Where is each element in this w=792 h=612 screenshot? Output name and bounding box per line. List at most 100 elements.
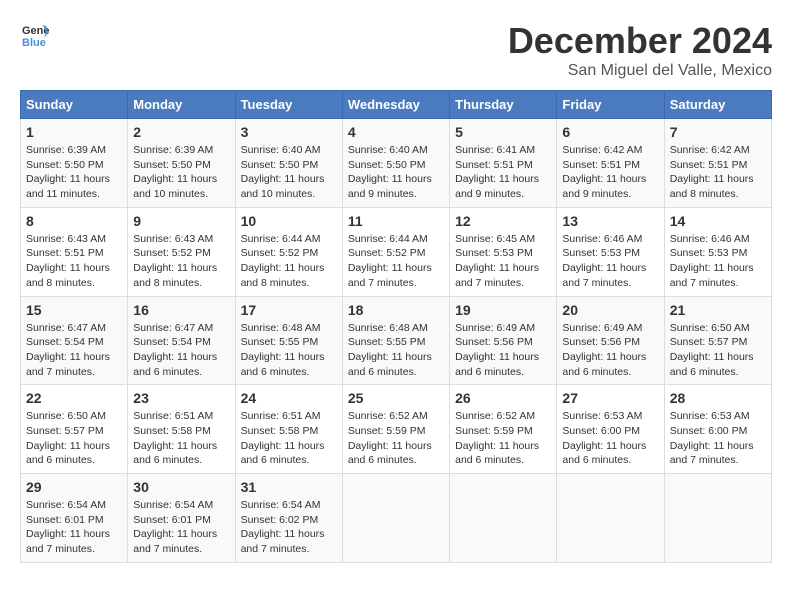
calendar-cell: 26 Sunrise: 6:52 AM Sunset: 5:59 PM Dayli… [450, 385, 557, 474]
day-info: Sunrise: 6:54 AM Sunset: 6:01 PM Dayligh… [133, 498, 229, 557]
calendar-cell: 6 Sunrise: 6:42 AM Sunset: 5:51 PM Daylig… [557, 119, 664, 208]
day-number: 6 [562, 124, 658, 140]
day-info: Sunrise: 6:42 AM Sunset: 5:51 PM Dayligh… [562, 143, 658, 202]
day-info: Sunrise: 6:52 AM Sunset: 5:59 PM Dayligh… [348, 409, 444, 468]
calendar-cell: 2 Sunrise: 6:39 AM Sunset: 5:50 PM Daylig… [128, 119, 235, 208]
day-info: Sunrise: 6:54 AM Sunset: 6:01 PM Dayligh… [26, 498, 122, 557]
calendar-cell: 9Sunrise: 6:43 AM Sunset: 5:52 PM Daylig… [128, 207, 235, 296]
month-title: December 2024 [508, 20, 772, 62]
day-info: Sunrise: 6:40 AM Sunset: 5:50 PM Dayligh… [348, 143, 444, 202]
calendar-cell: 16 Sunrise: 6:47 AM Sunset: 5:54 PM Dayli… [128, 296, 235, 385]
calendar-cell: 22 Sunrise: 6:50 AM Sunset: 5:57 PM Dayli… [21, 385, 128, 474]
calendar-cell: 19 Sunrise: 6:49 AM Sunset: 5:56 PM Dayli… [450, 296, 557, 385]
calendar-cell: 13 Sunrise: 6:46 AM Sunset: 5:53 PM Dayli… [557, 207, 664, 296]
day-number: 5 [455, 124, 551, 140]
day-number: 2 [133, 124, 229, 140]
location-title: San Miguel del Valle, Mexico [508, 62, 772, 80]
day-number: 30 [133, 479, 229, 495]
day-info: Sunrise: 6:49 AM Sunset: 5:56 PM Dayligh… [455, 321, 551, 380]
calendar-cell: 15Sunrise: 6:47 AM Sunset: 5:54 PM Dayli… [21, 296, 128, 385]
day-header: Saturday [664, 91, 771, 119]
calendar-cell: 30 Sunrise: 6:54 AM Sunset: 6:01 PM Dayli… [128, 474, 235, 563]
calendar-cell: 10Sunrise: 6:44 AM Sunset: 5:52 PM Dayli… [235, 207, 342, 296]
calendar-cell: 20 Sunrise: 6:49 AM Sunset: 5:56 PM Dayli… [557, 296, 664, 385]
day-info: Sunrise: 6:51 AM Sunset: 5:58 PM Dayligh… [133, 409, 229, 468]
day-info: Sunrise: 6:41 AM Sunset: 5:51 PM Dayligh… [455, 143, 551, 202]
day-header: Monday [128, 91, 235, 119]
day-number: 1 [26, 124, 122, 140]
day-info: Sunrise: 6:50 AM Sunset: 5:57 PM Dayligh… [26, 409, 122, 468]
calendar-cell [557, 474, 664, 563]
calendar-cell: 24Sunrise: 6:51 AM Sunset: 5:58 PM Dayli… [235, 385, 342, 474]
day-number: 7 [670, 124, 766, 140]
day-number: 18 [348, 302, 444, 318]
day-header: Wednesday [342, 91, 449, 119]
calendar-cell [342, 474, 449, 563]
calendar-cell: 21Sunrise: 6:50 AM Sunset: 5:57 PM Dayli… [664, 296, 771, 385]
day-info: Sunrise: 6:54 AM Sunset: 6:02 PM Dayligh… [241, 498, 337, 557]
calendar-cell: 12Sunrise: 6:45 AM Sunset: 5:53 PM Dayli… [450, 207, 557, 296]
day-info: Sunrise: 6:49 AM Sunset: 5:56 PM Dayligh… [562, 321, 658, 380]
day-info: Sunrise: 6:53 AM Sunset: 6:00 PM Dayligh… [562, 409, 658, 468]
day-info: Sunrise: 6:44 AM Sunset: 5:52 PM Dayligh… [348, 232, 444, 291]
day-number: 29 [26, 479, 122, 495]
calendar-cell: 27 Sunrise: 6:53 AM Sunset: 6:00 PM Dayli… [557, 385, 664, 474]
day-info: Sunrise: 6:39 AM Sunset: 5:50 PM Dayligh… [26, 143, 122, 202]
title-area: December 2024 San Miguel del Valle, Mexi… [508, 20, 772, 80]
calendar-cell: 5 Sunrise: 6:41 AM Sunset: 5:51 PM Daylig… [450, 119, 557, 208]
day-number: 23 [133, 390, 229, 406]
calendar-table: SundayMondayTuesdayWednesdayThursdayFrid… [20, 90, 772, 563]
day-info: Sunrise: 6:40 AM Sunset: 5:50 PM Dayligh… [241, 143, 337, 202]
calendar-cell [450, 474, 557, 563]
day-header: Tuesday [235, 91, 342, 119]
calendar-cell: 11 Sunrise: 6:44 AM Sunset: 5:52 PM Dayli… [342, 207, 449, 296]
day-number: 4 [348, 124, 444, 140]
day-number: 20 [562, 302, 658, 318]
day-info: Sunrise: 6:39 AM Sunset: 5:50 PM Dayligh… [133, 143, 229, 202]
calendar-cell: 29 Sunrise: 6:54 AM Sunset: 6:01 PM Dayli… [21, 474, 128, 563]
calendar-cell: 1 Sunrise: 6:39 AM Sunset: 5:50 PM Daylig… [21, 119, 128, 208]
day-number: 27 [562, 390, 658, 406]
calendar-cell: 8Sunrise: 6:43 AM Sunset: 5:51 PM Daylig… [21, 207, 128, 296]
day-info: Sunrise: 6:43 AM Sunset: 5:52 PM Dayligh… [133, 232, 229, 291]
calendar-cell: 17 Sunrise: 6:48 AM Sunset: 5:55 PM Dayli… [235, 296, 342, 385]
day-number: 10 [241, 213, 337, 229]
day-number: 21 [670, 302, 766, 318]
day-info: Sunrise: 6:42 AM Sunset: 5:51 PM Dayligh… [670, 143, 766, 202]
day-number: 19 [455, 302, 551, 318]
day-number: 26 [455, 390, 551, 406]
day-header: Friday [557, 91, 664, 119]
calendar-cell: 4 Sunrise: 6:40 AM Sunset: 5:50 PM Daylig… [342, 119, 449, 208]
day-number: 14 [670, 213, 766, 229]
calendar-cell: 14Sunrise: 6:46 AM Sunset: 5:53 PM Dayli… [664, 207, 771, 296]
logo-icon: General Blue [20, 20, 50, 50]
day-header: Sunday [21, 91, 128, 119]
day-info: Sunrise: 6:48 AM Sunset: 5:55 PM Dayligh… [348, 321, 444, 380]
calendar-cell: 23 Sunrise: 6:51 AM Sunset: 5:58 PM Dayli… [128, 385, 235, 474]
calendar-cell: 28 Sunrise: 6:53 AM Sunset: 6:00 PM Dayli… [664, 385, 771, 474]
day-info: Sunrise: 6:46 AM Sunset: 5:53 PM Dayligh… [562, 232, 658, 291]
day-number: 11 [348, 213, 444, 229]
day-info: Sunrise: 6:51 AM Sunset: 5:58 PM Dayligh… [241, 409, 337, 468]
day-number: 25 [348, 390, 444, 406]
day-number: 17 [241, 302, 337, 318]
day-info: Sunrise: 6:48 AM Sunset: 5:55 PM Dayligh… [241, 321, 337, 380]
day-info: Sunrise: 6:53 AM Sunset: 6:00 PM Dayligh… [670, 409, 766, 468]
day-number: 28 [670, 390, 766, 406]
day-number: 13 [562, 213, 658, 229]
day-number: 15 [26, 302, 122, 318]
calendar-cell: 18 Sunrise: 6:48 AM Sunset: 5:55 PM Dayli… [342, 296, 449, 385]
day-number: 16 [133, 302, 229, 318]
logo: General Blue [20, 20, 50, 50]
day-info: Sunrise: 6:47 AM Sunset: 5:54 PM Dayligh… [133, 321, 229, 380]
calendar-cell [664, 474, 771, 563]
day-number: 12 [455, 213, 551, 229]
day-number: 3 [241, 124, 337, 140]
day-info: Sunrise: 6:52 AM Sunset: 5:59 PM Dayligh… [455, 409, 551, 468]
day-number: 22 [26, 390, 122, 406]
day-number: 31 [241, 479, 337, 495]
day-info: Sunrise: 6:43 AM Sunset: 5:51 PM Dayligh… [26, 232, 122, 291]
calendar-cell: 7 Sunrise: 6:42 AM Sunset: 5:51 PM Daylig… [664, 119, 771, 208]
day-header: Thursday [450, 91, 557, 119]
calendar-cell: 25 Sunrise: 6:52 AM Sunset: 5:59 PM Dayli… [342, 385, 449, 474]
